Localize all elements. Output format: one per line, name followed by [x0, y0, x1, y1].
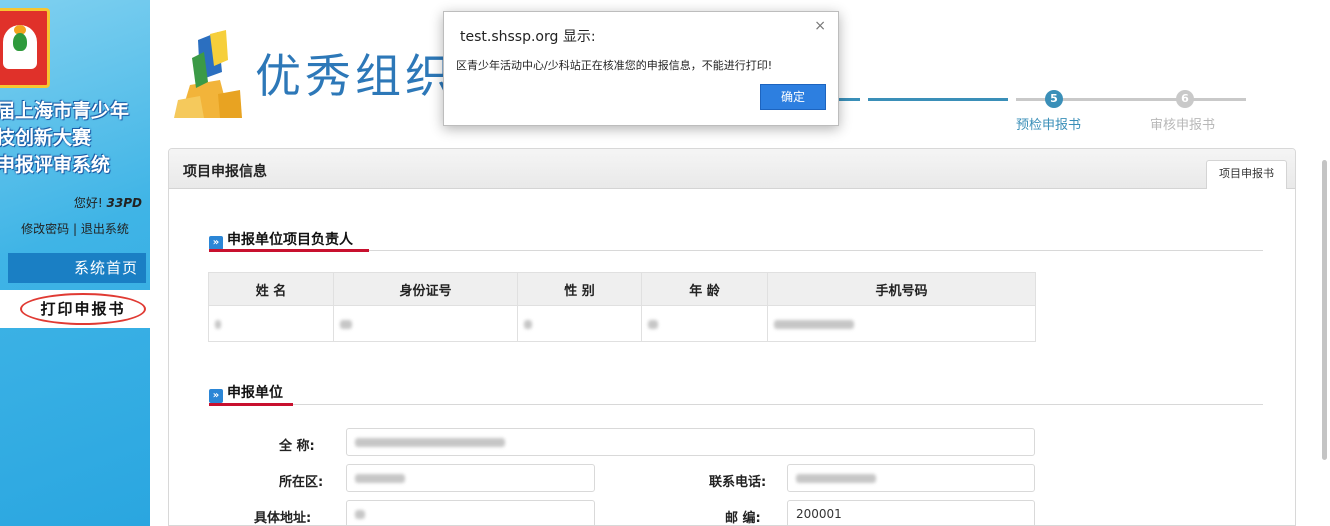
postcode-label: 邮 编:: [725, 511, 761, 526]
step-6-dot: 6: [1176, 90, 1194, 108]
cell-name: [208, 305, 334, 342]
district-field[interactable]: [346, 464, 595, 492]
step-5-dot: 5: [1045, 90, 1063, 108]
address-field[interactable]: [346, 500, 595, 525]
dialog-message: 区青少年活动中心/少科站正在核准您的申报信息，不能进行打印!: [456, 59, 773, 72]
step-6-label: 审核申报书: [1150, 118, 1216, 133]
system-title-line-3: 申报评审系统: [0, 154, 111, 176]
header-title: 优秀组织: [255, 49, 455, 103]
step-5-label: 预检申报书: [1016, 118, 1082, 133]
panel-title: 项目申报信息: [183, 164, 267, 180]
cell-gender: [517, 305, 642, 342]
page-scrollbar[interactable]: [1322, 160, 1327, 460]
account-links: 修改密码 | 退出系统: [0, 220, 150, 237]
cell-age: [641, 305, 768, 342]
greeting-text: 您好!: [73, 196, 103, 210]
section-unit-label: 申报单位: [227, 385, 283, 401]
col-name: 姓 名: [208, 272, 334, 306]
cell-mobile: [767, 305, 1036, 342]
phone-field[interactable]: [787, 464, 1035, 492]
district-label: 所在区:: [279, 475, 324, 490]
alert-dialog: test.shssp.org 显示: × 区青少年活动中心/少科站正在核准您的申…: [443, 11, 839, 126]
ok-button[interactable]: 确定: [760, 84, 826, 110]
panel-header: 项目申报信息 项目申报书: [169, 149, 1295, 189]
dialog-title: test.shssp.org 显示:: [460, 29, 596, 45]
phone-label: 联系电话:: [709, 475, 767, 490]
username: 33PD: [106, 196, 142, 210]
section-underline: [209, 403, 293, 406]
print-application-item[interactable]: 打印申报书: [0, 290, 150, 328]
double-chevron-icon: »: [209, 236, 223, 250]
change-password-link[interactable]: 修改密码: [21, 222, 69, 236]
logout-link[interactable]: 退出系统: [81, 222, 129, 236]
table-row: [208, 305, 1036, 342]
cell-id-number: [333, 305, 518, 342]
link-separator: |: [72, 222, 78, 236]
close-icon[interactable]: ×: [814, 18, 826, 34]
double-chevron-icon: »: [209, 389, 223, 403]
section-underline: [209, 249, 369, 252]
contact-person-table: 姓 名 身份证号 性 别 年 龄 手机号码: [208, 272, 1036, 342]
contest-logo: [0, 8, 50, 88]
full-name-label: 全 称:: [279, 439, 315, 454]
print-application-label: 打印申报书: [20, 293, 146, 325]
address-label: 具体地址:: [254, 511, 312, 526]
system-home-button[interactable]: 系统首页: [8, 253, 146, 283]
full-name-field[interactable]: [346, 428, 1035, 456]
table-header-row: 姓 名 身份证号 性 别 年 龄 手机号码: [208, 272, 1036, 306]
col-id-number: 身份证号: [333, 272, 518, 306]
col-gender: 性 别: [517, 272, 642, 306]
trophy-icon: [174, 30, 242, 118]
col-age: 年 龄: [641, 272, 768, 306]
step-connector-active: [868, 98, 1008, 101]
user-greeting: 您好! 33PD: [74, 194, 142, 211]
section-contact-person-label: 申报单位项目负责人: [227, 232, 353, 248]
system-title-line-1: 届上海市青少年: [0, 100, 130, 122]
system-title-line-2: 技创新大赛: [0, 127, 92, 149]
postcode-field[interactable]: 200001: [787, 500, 1035, 525]
tab-project-application[interactable]: 项目申报书: [1206, 160, 1287, 189]
section-contact-person-title: » 申报单位项目负责人: [209, 229, 353, 250]
section-unit-title: » 申报单位: [209, 382, 283, 403]
sidebar: 届上海市青少年 技创新大赛 申报评审系统 您好! 33PD 修改密码 | 退出系…: [0, 0, 150, 526]
project-info-panel: 项目申报信息 项目申报书 » 申报单位项目负责人 姓 名 身份证号 性 别 年 龄…: [168, 148, 1296, 526]
section-divider: [209, 404, 1263, 405]
col-mobile: 手机号码: [767, 272, 1036, 306]
